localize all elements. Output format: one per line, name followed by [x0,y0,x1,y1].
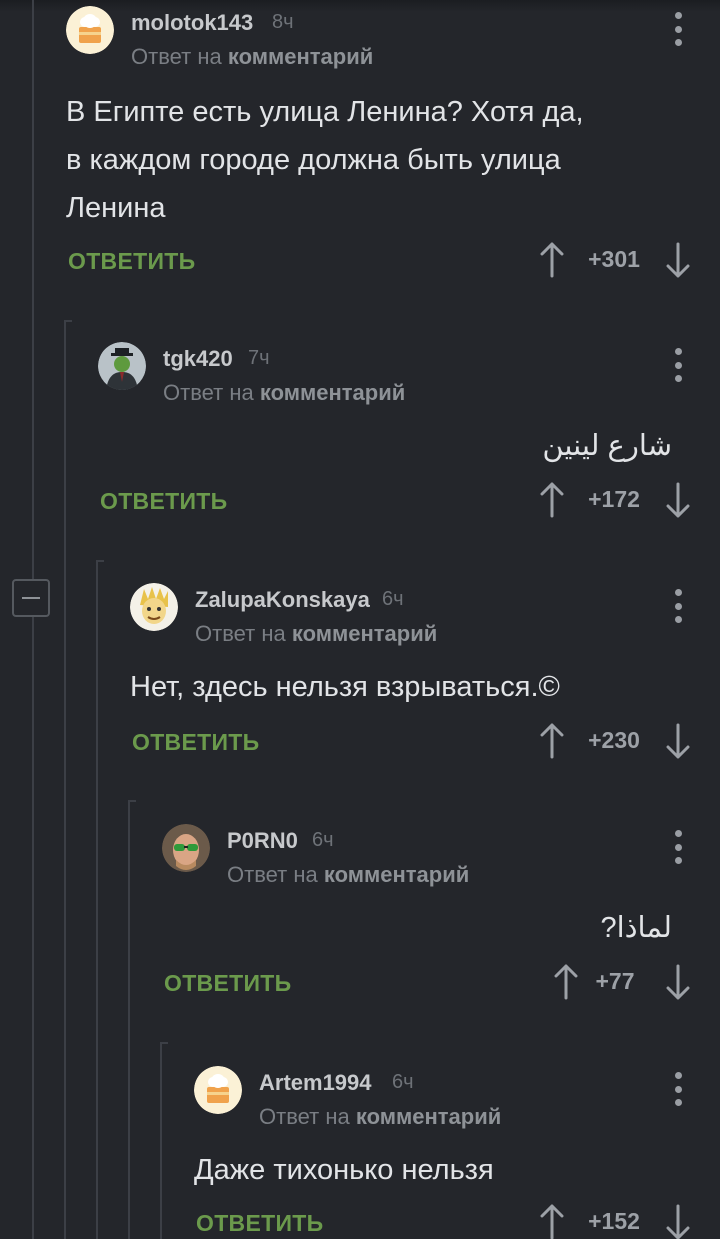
reply-to-line: Ответ на комментарий [163,380,405,406]
reply-to-link[interactable]: комментарий [356,1104,501,1129]
downvote-arrow-icon[interactable] [666,482,690,518]
reply-to-line: Ответ на комментарий [227,862,469,888]
rating-score: +172 [588,486,640,512]
reply-button[interactable]: ОТВЕТИТЬ [100,488,227,515]
thread-line-hook [160,1042,168,1044]
comment-text: شارع لينين [542,430,672,462]
comment-text: Нет, здесь нельзя взрываться.© [130,671,560,703]
thread-line [64,320,66,1239]
comment-text: Даже тихонько нельзя [194,1154,494,1186]
reply-to-prefix: Ответ на [259,1104,350,1129]
comment-menu-button[interactable] [668,12,688,46]
avatar[interactable] [162,824,210,872]
comment-text: لماذا? [600,912,672,944]
cake-avatar-icon [194,1066,242,1114]
upvote-arrow-icon[interactable] [540,723,564,759]
avatar[interactable] [194,1066,242,1114]
cartoon-character-avatar-icon [130,583,178,631]
comment: P0RN0 6ч Ответ на комментарий لماذا? ОТВ… [162,824,706,1014]
comment-time: 8ч [272,11,294,33]
avatar[interactable] [66,6,114,54]
comment: tgk420 7ч Ответ на комментарий شارع ليني… [98,342,706,532]
comment-time: 6ч [312,829,334,851]
downvote-arrow-icon[interactable] [666,242,690,278]
downvote-arrow-icon[interactable] [666,723,690,759]
username[interactable]: ZalupaKonskaya [195,587,370,613]
avatar[interactable] [130,583,178,631]
thread-line [128,800,130,1239]
reply-to-prefix: Ответ на [163,380,254,405]
comment-text: В Египте есть улица Ленина? Хотя да, в к… [66,96,584,224]
comment-time: 7ч [248,347,270,369]
reply-to-prefix: Ответ на [131,44,222,69]
comments-thread: molotok143 8ч Ответ на комментарий В Еги… [0,0,720,1239]
reply-button[interactable]: ОТВЕТИТЬ [164,970,291,997]
rating: +152 [540,1204,690,1239]
comment: molotok143 8ч Ответ на комментарий В Еги… [66,6,706,286]
downvote-arrow-icon[interactable] [666,964,690,1000]
man-with-apple-avatar-icon [98,342,146,390]
rating-score: +77 [595,968,635,994]
reply-button[interactable]: ОТВЕТИТЬ [196,1210,323,1237]
username[interactable]: molotok143 [131,10,253,36]
thread-line-hook [64,320,72,322]
comment: ZalupaKonskaya 6ч Ответ на комментарий Н… [130,583,706,773]
username[interactable]: P0RN0 [227,828,298,854]
rating-score: +152 [588,1208,640,1234]
rating: +230 [540,723,690,763]
reply-to-link[interactable]: комментарий [228,44,373,69]
upvote-arrow-icon[interactable] [540,242,564,278]
thread-line [96,560,98,1239]
comment-time: 6ч [392,1071,414,1093]
username[interactable]: tgk420 [163,346,233,372]
rating: +172 [540,482,690,522]
comment-menu-button[interactable] [668,589,688,623]
reply-to-line: Ответ на комментарий [131,44,373,70]
rating-score: +230 [588,727,640,753]
downvote-arrow-icon[interactable] [666,1204,690,1239]
reply-to-link[interactable]: комментарий [324,862,469,887]
upvote-arrow-icon[interactable] [554,964,578,1000]
comment: Artem1994 6ч Ответ на комментарий Даже т… [194,1066,706,1239]
thread-line-hook [96,560,104,562]
avatar[interactable] [98,342,146,390]
comment-menu-button[interactable] [668,830,688,864]
reply-to-line: Ответ на комментарий [195,621,437,647]
reply-to-link[interactable]: комментарий [260,380,405,405]
thread-line [160,1042,162,1239]
minus-icon [22,597,40,599]
rating: +77 [554,964,694,1004]
thread-line-hook [128,800,136,802]
reply-button[interactable]: ОТВЕТИТЬ [68,248,195,275]
reply-to-line: Ответ на комментарий [259,1104,501,1130]
rating: +301 [540,242,690,282]
reply-to-prefix: Ответ на [195,621,286,646]
comment-menu-button[interactable] [668,348,688,382]
collapse-thread-button[interactable] [12,579,50,617]
rating-score: +301 [588,246,640,272]
username[interactable]: Artem1994 [259,1070,372,1096]
upvote-arrow-icon[interactable] [540,482,564,518]
reply-to-prefix: Ответ на [227,862,318,887]
comment-menu-button[interactable] [668,1072,688,1106]
man-with-sunglasses-avatar-icon [162,824,210,872]
reply-to-link[interactable]: комментарий [292,621,437,646]
comment-time: 6ч [382,588,404,610]
reply-button[interactable]: ОТВЕТИТЬ [132,729,259,756]
cake-avatar-icon [66,6,114,54]
upvote-arrow-icon[interactable] [540,1204,564,1239]
thread-line [32,0,34,1239]
